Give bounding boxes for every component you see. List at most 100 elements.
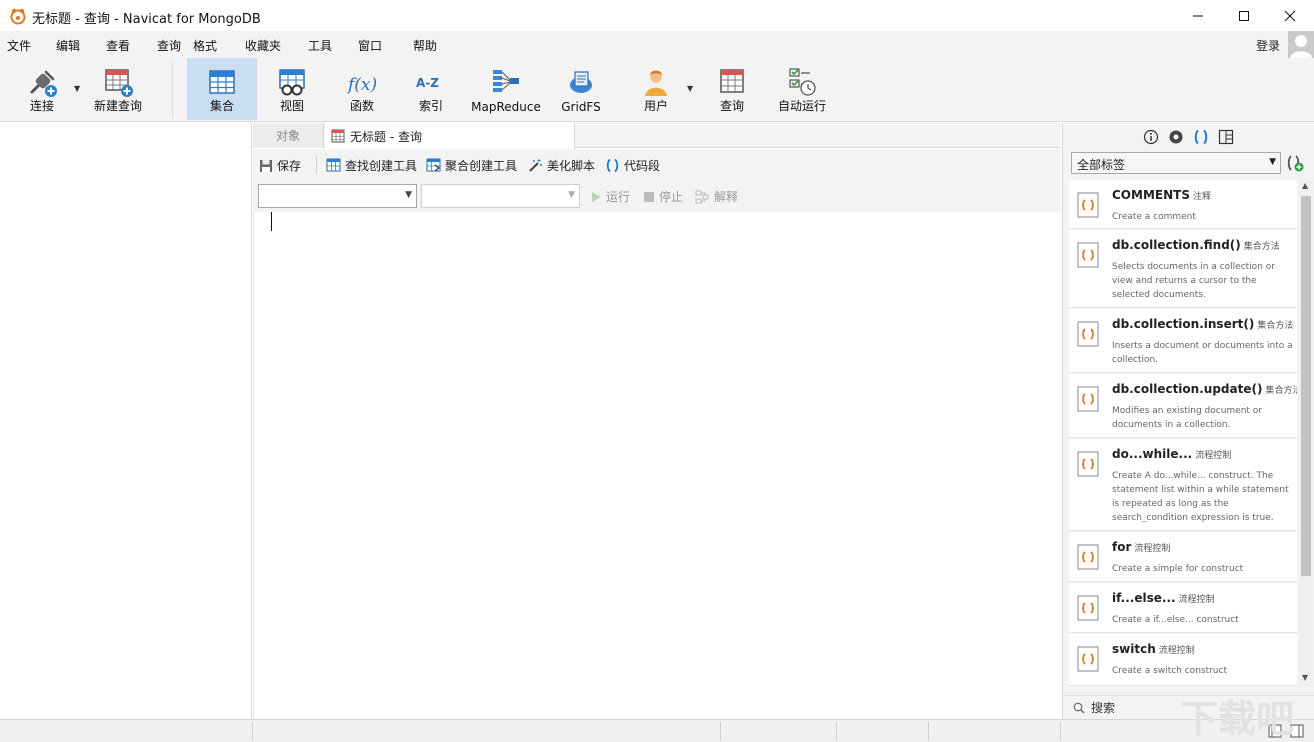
snippet-item[interactable]: db.collection.find() 集合方法 Selects documen… — [1069, 230, 1297, 308]
close-button[interactable] — [1267, 0, 1313, 32]
view-label: 视图 — [279, 99, 304, 113]
query-button[interactable]: 查询 — [704, 58, 760, 120]
snippet-item[interactable]: do...while... 流程控制 Create A do...while...… — [1069, 439, 1297, 531]
plug-icon — [30, 70, 57, 97]
eye-icon[interactable] — [1168, 129, 1184, 145]
snippet-item[interactable]: db.collection.insert() 集合方法 Inserts a doc… — [1069, 309, 1297, 373]
function-button[interactable]: f(x) 函数 — [333, 58, 391, 120]
snippet-item[interactable]: db.collection.update() 集合方法 Modifies an e… — [1069, 374, 1297, 438]
scrollbar-thumb[interactable] — [1301, 196, 1311, 576]
snippet-file-icon — [1077, 646, 1099, 672]
stop-label: 停止 — [659, 190, 684, 204]
explain-icon — [695, 190, 709, 203]
snippet-item[interactable]: if...else... 流程控制 Create a if...else... c… — [1069, 583, 1297, 633]
navicat-logo-icon — [10, 8, 26, 25]
snippet-file-icon — [1077, 321, 1099, 347]
beautify-script-button[interactable]: 美化脚本 — [528, 157, 595, 174]
chevron-down-icon: ▼ — [568, 190, 575, 200]
search-icon — [1073, 702, 1085, 713]
run-label: 运行 — [606, 190, 631, 204]
separator — [316, 156, 317, 174]
add-snippet-icon[interactable] — [1285, 153, 1305, 173]
collection-icon — [209, 70, 235, 94]
explain-button[interactable]: 解释 — [695, 188, 738, 205]
snippet-description: Create A do...while... construct. The st… — [1112, 471, 1289, 523]
view-button[interactable]: 视图 — [262, 58, 322, 120]
tag-filter-select[interactable]: 全部标签 ▼ — [1071, 152, 1281, 174]
connect-dropdown-caret-icon[interactable]: ▼ — [74, 84, 80, 93]
snippet-tag: 注释 — [1192, 192, 1211, 202]
aggregate-builder-icon — [426, 158, 441, 172]
index-label: 索引 — [418, 99, 443, 113]
menu-edit[interactable]: 编辑 — [56, 37, 80, 54]
grid-view-icon[interactable] — [1218, 129, 1234, 145]
snippet-item[interactable]: switch 流程控制 Create a switch construct — [1069, 634, 1297, 686]
user-button[interactable]: 用户 — [627, 58, 685, 120]
explain-label: 解释 — [714, 190, 739, 204]
snippet-file-icon — [1077, 386, 1099, 412]
menu-help[interactable]: 帮助 — [413, 37, 437, 54]
autorun-button[interactable]: 自动运行 — [770, 58, 834, 120]
scroll-down-icon[interactable]: ▼ — [1302, 673, 1308, 682]
tab-bar: 对象 无标题 - 查询 — [253, 123, 1061, 149]
menu-format[interactable]: 格式 — [193, 37, 217, 54]
connect-label: 连接 — [29, 99, 54, 113]
main-toolbar: 连接 ▼ 新建查询 集合 视图 f(x) 函数 A-Z 索引 MapReduce… — [0, 58, 1314, 122]
status-bar — [0, 719, 1314, 742]
snippet-tag: 集合方法 — [1243, 242, 1280, 252]
play-icon — [592, 191, 601, 202]
snippet-scrollbar[interactable]: ▲ ▼ — [1299, 180, 1313, 686]
database-select[interactable]: ▼ — [421, 184, 580, 208]
query-editor[interactable] — [253, 212, 1061, 719]
mapreduce-button[interactable]: MapReduce — [466, 58, 546, 120]
query-tab-icon — [331, 129, 345, 143]
find-builder-label: 查找创建工具 — [345, 159, 418, 173]
new-query-button[interactable]: 新建查询 — [86, 58, 150, 120]
info-icon[interactable] — [1143, 129, 1159, 145]
menu-view[interactable]: 查看 — [106, 37, 130, 54]
snippet-button[interactable]: 代码段 — [605, 157, 660, 174]
snippet-description: Inserts a document or documents into a c… — [1112, 341, 1293, 365]
index-button[interactable]: A-Z 索引 — [402, 58, 460, 120]
snippet-description: Create a switch construct — [1112, 666, 1227, 676]
menu-favorites[interactable]: 收藏夹 — [245, 37, 281, 54]
save-button[interactable]: 保存 — [259, 157, 301, 174]
menu-file[interactable]: 文件 — [7, 37, 31, 54]
code-snippet-icon[interactable] — [1193, 129, 1209, 145]
tab-query[interactable]: 无标题 - 查询 — [325, 123, 575, 149]
autorun-label: 自动运行 — [777, 99, 826, 113]
snippet-title: do...while... — [1112, 447, 1193, 461]
menu-window[interactable]: 窗口 — [358, 37, 382, 54]
tag-filter-value: 全部标签 — [1077, 158, 1126, 172]
snippet-item[interactable]: for 流程控制 Create a simple for construct — [1069, 532, 1297, 582]
aggregate-builder-button[interactable]: 聚合创建工具 — [426, 157, 517, 174]
save-icon — [260, 159, 272, 172]
snippet-tag: 集合方法 — [1265, 386, 1297, 396]
minimize-button[interactable] — [1175, 0, 1221, 32]
stop-button[interactable]: 停止 — [643, 188, 683, 205]
beautify-script-label: 美化脚本 — [547, 159, 596, 173]
user-dropdown-caret-icon[interactable]: ▼ — [687, 84, 693, 93]
menu-bar: 文件 编辑 查看 查询 格式 收藏夹 工具 窗口 帮助 登录 — [0, 32, 1314, 58]
menu-tools[interactable]: 工具 — [308, 37, 332, 54]
navigation-pane[interactable] — [0, 123, 252, 719]
text-cursor — [271, 212, 272, 231]
mapreduce-icon — [493, 70, 519, 92]
connection-select[interactable]: ▼ — [258, 184, 417, 208]
connect-button[interactable]: 连接 — [14, 58, 70, 120]
find-builder-button[interactable]: 查找创建工具 — [326, 157, 417, 174]
gridfs-button[interactable]: GridFS — [552, 58, 610, 120]
menu-query[interactable]: 查询 — [157, 37, 181, 54]
scroll-up-icon[interactable]: ▲ — [1302, 181, 1308, 190]
run-button[interactable]: 运行 — [590, 188, 630, 205]
avatar[interactable] — [1288, 31, 1314, 58]
function-label: 函数 — [349, 99, 374, 113]
chevron-down-icon: ▼ — [1269, 157, 1276, 167]
maximize-button[interactable] — [1221, 0, 1267, 32]
collection-button[interactable]: 集合 — [187, 58, 257, 120]
snippet-item[interactable]: COMMENTS 注释 Create a comment — [1069, 180, 1297, 229]
tab-objects[interactable]: 对象 — [253, 123, 324, 148]
function-icon: f(x) — [346, 75, 377, 95]
login-link[interactable]: 登录 — [1256, 37, 1280, 54]
new-query-label: 新建查询 — [93, 99, 142, 113]
